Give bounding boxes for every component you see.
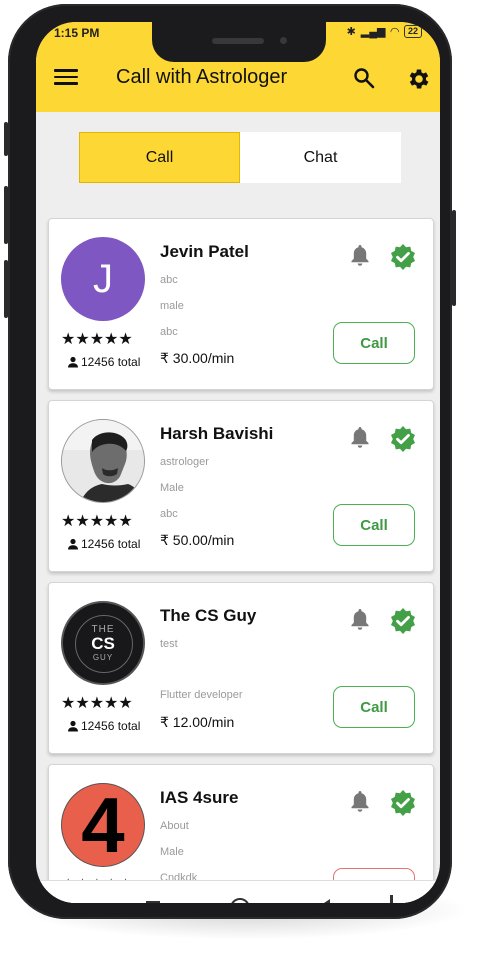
astrologer-about: Flutter developer (160, 689, 243, 701)
battery-icon: 22 (403, 25, 422, 38)
rating-total-text: 12456 total (81, 719, 141, 733)
call-button[interactable]: Call (333, 322, 415, 364)
rating-stars: ★★★★★ (61, 513, 133, 530)
rating-total-text: 12456 total (81, 355, 141, 369)
tab-call[interactable]: Call (79, 132, 240, 183)
bell-icon[interactable] (348, 789, 372, 815)
astrologer-detail: test (160, 638, 178, 650)
astrologer-gender: Male (160, 482, 184, 494)
avatar-ring (75, 615, 133, 673)
rating-stars: ★★★★★ (61, 695, 133, 712)
search-icon[interactable] (352, 66, 376, 90)
back-icon[interactable] (318, 899, 330, 903)
astrologer-about: abc (160, 326, 178, 338)
astrologer-card[interactable]: J ★★★★★ 12456 total Jevin Patel abc male… (48, 218, 434, 390)
rating-total: 12456 total (67, 719, 140, 733)
notch (152, 22, 326, 62)
wifi-icon: ◠ (390, 26, 399, 38)
rating-total: 12456 total (67, 355, 140, 369)
bell-icon[interactable] (348, 425, 372, 451)
phone-screen: 1:15 PM ✱ ▂▄▆ ◠ 22 Call with Astrologer … (36, 22, 440, 903)
page-title: Call with Astrologer (116, 66, 288, 88)
astrologer-card[interactable]: ★★★★★ 12456 total Harsh Bavishi astrolog… (48, 400, 434, 572)
recent-apps-icon[interactable] (146, 901, 160, 903)
volume-down-button (4, 260, 8, 318)
astrologer-price: ₹ 30.00/min (160, 350, 235, 366)
volume-up-button (4, 186, 8, 244)
rating-total: 12456 total (67, 537, 140, 551)
call-button[interactable]: Call (333, 504, 415, 546)
bell-icon[interactable] (348, 607, 372, 633)
astrologer-price: ₹ 12.00/min (160, 714, 235, 730)
person-icon (68, 720, 78, 732)
astrologer-name: Harsh Bavishi (160, 424, 274, 443)
verified-badge-icon (391, 426, 415, 452)
call-button[interactable]: Call (333, 686, 415, 728)
rating-total-text: 12456 total (81, 537, 141, 551)
person-icon (68, 538, 78, 550)
bell-icon[interactable] (348, 243, 372, 269)
signal-icon: ▂▄▆ (360, 26, 386, 38)
profile-photo (62, 420, 144, 502)
system-nav-bar (36, 880, 440, 903)
bluetooth-icon: ✱ (346, 26, 356, 38)
astrologer-detail: astrologer (160, 456, 209, 468)
power-button (452, 210, 456, 306)
tab-bar: Call Chat (79, 132, 401, 183)
verified-badge-icon (391, 608, 415, 634)
speaker (212, 38, 264, 44)
avatar: THE CS GUY (61, 601, 145, 685)
status-time: 1:15 PM (54, 26, 100, 40)
tab-chat[interactable]: Chat (240, 132, 401, 183)
verified-badge-icon (391, 244, 415, 270)
astrologer-card[interactable]: THE CS GUY ★★★★★ 12456 total The CS Guy … (48, 582, 434, 754)
camera (280, 37, 287, 44)
phone-frame: 1:15 PM ✱ ▂▄▆ ◠ 22 Call with Astrologer … (4, 4, 456, 919)
side-button (4, 122, 8, 156)
avatar: J (61, 237, 145, 321)
astrologer-detail: About (160, 820, 189, 832)
astrologer-gender: Male (160, 846, 184, 858)
menu-icon[interactable] (54, 66, 78, 88)
avatar: 4 (61, 783, 145, 867)
avatar (61, 419, 145, 503)
person-icon (68, 356, 78, 368)
home-icon[interactable] (230, 898, 250, 903)
astrologer-detail: abc (160, 274, 178, 286)
astrologer-price: ₹ 50.00/min (160, 532, 235, 548)
gear-icon[interactable] (406, 66, 432, 92)
astrologer-name: IAS 4sure (160, 788, 239, 807)
verified-badge-icon (391, 790, 415, 816)
astrologer-name: The CS Guy (160, 606, 257, 625)
status-icons: ✱ ▂▄▆ ◠ 22 (347, 25, 422, 38)
astrologer-name: Jevin Patel (160, 242, 249, 261)
rating-stars: ★★★★★ (61, 331, 133, 348)
more-icon[interactable] (390, 895, 393, 903)
astrologer-gender: male (160, 300, 184, 312)
astrologer-about: abc (160, 508, 178, 520)
